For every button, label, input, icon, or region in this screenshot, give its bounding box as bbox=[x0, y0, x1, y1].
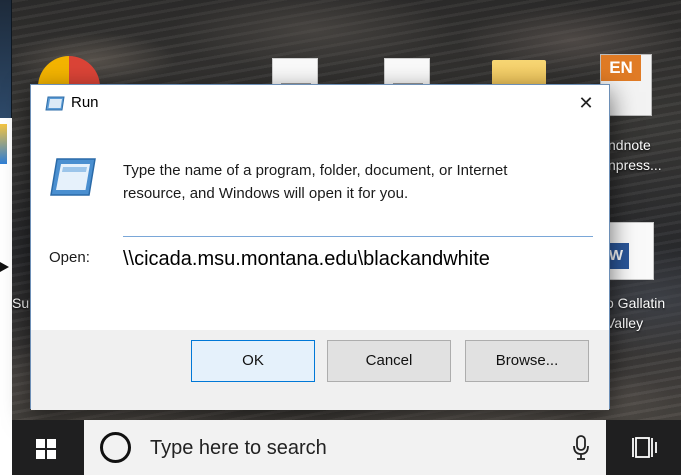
ok-button[interactable]: OK bbox=[191, 340, 315, 382]
desktop-label-gallatin[interactable]: o Gallatin bbox=[606, 294, 665, 313]
desktop-label-gallatin-2[interactable]: Valley bbox=[606, 314, 643, 333]
left-edge bbox=[0, 0, 12, 475]
run-dialog: Run ✕ Type the name of a program, folder… bbox=[30, 84, 610, 410]
task-view-icon bbox=[632, 437, 657, 458]
taskbar-search-box[interactable]: Type here to search bbox=[84, 420, 606, 475]
desktop-label-partial[interactable]: Su bbox=[12, 294, 29, 313]
task-view-button[interactable] bbox=[612, 420, 681, 475]
microphone-icon[interactable] bbox=[572, 435, 590, 461]
taskbar: Type here to search bbox=[12, 420, 681, 475]
start-button[interactable] bbox=[12, 420, 82, 475]
search-placeholder: Type here to search bbox=[150, 437, 327, 459]
left-thumbnail bbox=[0, 0, 12, 118]
dialog-footer: OK Cancel Browse... bbox=[31, 330, 609, 410]
left-icon-fragment bbox=[0, 124, 7, 164]
open-label: Open: bbox=[49, 249, 90, 266]
dialog-titlebar[interactable]: Run ✕ bbox=[31, 85, 609, 121]
windows-logo-icon bbox=[36, 439, 56, 459]
dialog-title: Run bbox=[71, 94, 99, 111]
browse-button[interactable]: Browse... bbox=[465, 340, 589, 382]
desktop-label-endnote-2[interactable]: npress... bbox=[608, 156, 662, 175]
pointer-arrow-icon bbox=[0, 262, 9, 272]
dialog-description: Type the name of a program, folder, docu… bbox=[123, 162, 508, 202]
run-icon bbox=[45, 96, 65, 111]
cancel-button[interactable]: Cancel bbox=[327, 340, 451, 382]
cortana-icon[interactable] bbox=[100, 432, 131, 463]
word-document-icon[interactable]: W bbox=[603, 222, 654, 280]
en-badge: EN bbox=[601, 55, 641, 81]
run-icon bbox=[50, 158, 96, 196]
open-input[interactable] bbox=[123, 236, 593, 282]
close-icon: ✕ bbox=[578, 93, 594, 113]
close-button[interactable]: ✕ bbox=[563, 85, 609, 121]
dialog-body: Type the name of a program, folder, docu… bbox=[31, 121, 609, 330]
desktop-label-endnote[interactable]: ndnote bbox=[608, 136, 651, 155]
